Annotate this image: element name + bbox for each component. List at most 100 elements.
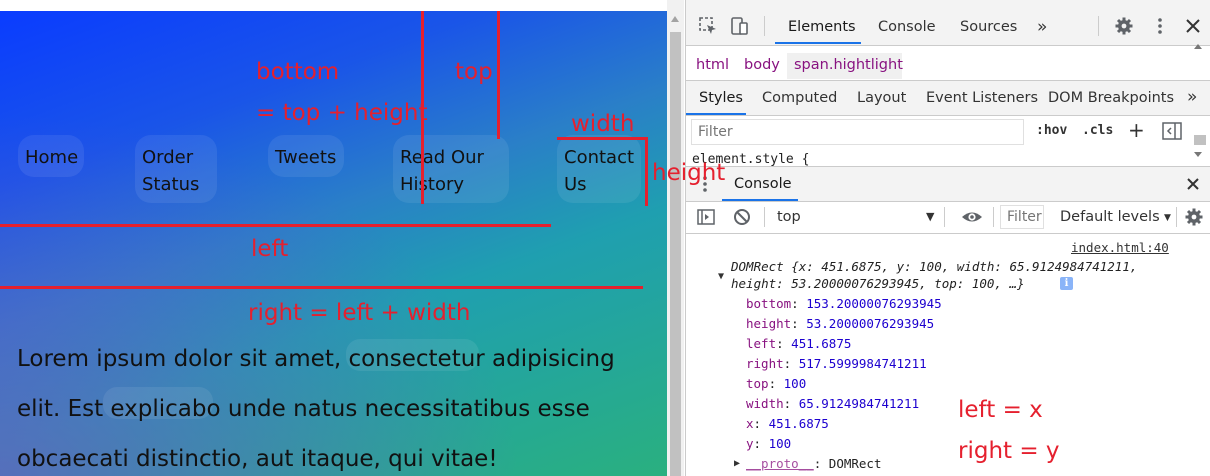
show-sidebar-icon[interactable] bbox=[696, 207, 716, 232]
toolbar-divider bbox=[764, 207, 765, 227]
more-tabs-chevron-icon[interactable]: » bbox=[1037, 17, 1047, 37]
annotation-line-width bbox=[557, 137, 648, 140]
log-levels-dropdown[interactable]: Default levels bbox=[1060, 209, 1160, 225]
proto-expand-triangle-icon[interactable]: ▶ bbox=[734, 458, 740, 469]
breadcrumb-html[interactable]: html bbox=[696, 57, 729, 73]
prop-value: 53.20000076293945 bbox=[806, 316, 935, 331]
console-filter-input[interactable]: Filter bbox=[1000, 205, 1044, 229]
close-drawer-icon[interactable] bbox=[1183, 174, 1203, 199]
expand-triangle-icon[interactable]: ▼ bbox=[718, 271, 724, 282]
proto-value: DOMRect bbox=[828, 456, 882, 471]
eye-icon[interactable] bbox=[961, 207, 983, 232]
levels-dropdown-arrow-icon[interactable]: ▼ bbox=[1164, 208, 1171, 228]
prop-value: 451.6875 bbox=[791, 336, 852, 351]
cls-toggle[interactable]: .cls bbox=[1082, 123, 1113, 138]
prop-key: top bbox=[746, 376, 769, 391]
proto-key: __proto__ bbox=[746, 456, 814, 471]
domrect-prop-left[interactable]: left: 451.6875 bbox=[746, 336, 851, 351]
gear-icon[interactable] bbox=[1114, 16, 1134, 41]
prop-key: height bbox=[746, 316, 792, 331]
top-strip bbox=[0, 0, 667, 11]
domrect-prop-height[interactable]: height: 53.20000076293945 bbox=[746, 316, 934, 331]
styles-tabbar: Styles Computed Layout Event Listeners D… bbox=[686, 81, 1210, 116]
tab-console[interactable]: Console bbox=[878, 19, 936, 35]
domrect-prop-y[interactable]: y: 100 bbox=[746, 436, 791, 451]
styles-scroll-down-icon[interactable] bbox=[1194, 152, 1202, 157]
more-style-tabs-chevron-icon[interactable]: » bbox=[1187, 87, 1197, 107]
console-source-link[interactable]: index.html:40 bbox=[1071, 240, 1169, 255]
tab-styles[interactable]: Styles bbox=[699, 90, 743, 106]
prop-key: bottom bbox=[746, 296, 792, 311]
prop-value: 451.6875 bbox=[768, 416, 829, 431]
domrect-prop-x[interactable]: x: 451.6875 bbox=[746, 416, 829, 431]
tab-elements-underline bbox=[775, 42, 861, 44]
nav-link-history[interactable]: History bbox=[400, 171, 464, 198]
devtools-main-toolbar: Elements Console Sources » bbox=[686, 0, 1210, 46]
styles-filter-input[interactable]: Filter bbox=[691, 119, 1024, 145]
scroll-up-arrow-icon[interactable] bbox=[671, 16, 679, 22]
info-icon[interactable]: i bbox=[1060, 277, 1073, 290]
domrect-summary-line-2[interactable]: height: 53.20000076293945, top: 100, …} bbox=[731, 276, 1025, 291]
nav-link-order[interactable]: Order bbox=[142, 144, 193, 171]
domrect-summary-line-1[interactable]: DOMRect {x: 451.6875, y: 100, width: 65.… bbox=[731, 259, 1137, 274]
tab-elements[interactable]: Elements bbox=[788, 19, 856, 35]
toolbar-divider bbox=[1098, 16, 1099, 36]
prop-key: y bbox=[746, 436, 754, 451]
nav-link-home[interactable]: Home bbox=[25, 144, 78, 171]
page-scrollbar-thumb[interactable] bbox=[670, 32, 681, 476]
devtools-panel: Elements Console Sources » html body spa… bbox=[685, 0, 1210, 476]
clear-console-icon[interactable] bbox=[732, 207, 752, 232]
toolbar-divider bbox=[944, 207, 945, 227]
tab-layout[interactable]: Layout bbox=[857, 90, 906, 106]
toggle-sidebar-icon[interactable] bbox=[1162, 122, 1182, 145]
tab-dom-breakpoints[interactable]: DOM Breakpoints bbox=[1048, 90, 1174, 106]
nav-link-contact[interactable]: Contact bbox=[564, 144, 634, 171]
hov-toggle[interactable]: :hov bbox=[1036, 123, 1067, 138]
tab-event-listeners[interactable]: Event Listeners bbox=[926, 90, 1038, 106]
annotation-top: top bbox=[455, 59, 493, 85]
annotation-line-top bbox=[497, 11, 500, 139]
domrect-prop-bottom[interactable]: bottom: 153.20000076293945 bbox=[746, 296, 942, 311]
styles-scroll-thumb[interactable] bbox=[1194, 135, 1206, 145]
toolbar-divider bbox=[764, 16, 765, 36]
annotation-left: left bbox=[251, 236, 289, 262]
annotation-width: width bbox=[571, 111, 635, 137]
inspect-element-icon[interactable] bbox=[698, 16, 718, 41]
tab-computed[interactable]: Computed bbox=[762, 90, 837, 106]
domrect-prop-top[interactable]: top: 100 bbox=[746, 376, 806, 391]
prop-key: right bbox=[746, 356, 784, 371]
nav-link-tweets[interactable]: Tweets bbox=[275, 144, 336, 171]
context-dropdown-arrow-icon[interactable]: ▼ bbox=[926, 207, 934, 227]
prop-value: 65.9124984741211 bbox=[798, 396, 920, 411]
nav-link-read-our[interactable]: Read Our bbox=[400, 144, 484, 171]
breadcrumb-span-hightlight[interactable]: span.hightlight bbox=[794, 57, 903, 73]
elements-scroll-up-icon[interactable] bbox=[1194, 44, 1202, 49]
console-settings-gear-icon[interactable] bbox=[1184, 207, 1204, 232]
annotation-line-height bbox=[645, 137, 648, 206]
domrect-prop-width[interactable]: width: 65.9124984741211 bbox=[746, 396, 919, 411]
annotation-right-eq-y: right = y bbox=[958, 438, 1060, 464]
lorem-paragraph: Lorem ipsum dolor sit amet, consectetur … bbox=[17, 334, 637, 476]
prop-key: x bbox=[746, 416, 754, 431]
nav-link-status[interactable]: Status bbox=[142, 171, 199, 198]
drawer-tab-console[interactable]: Console bbox=[734, 176, 792, 192]
annotation-bottom: bottom bbox=[256, 59, 340, 85]
prop-value: 100 bbox=[783, 376, 807, 391]
annotation-right-formula: right = left + width bbox=[248, 300, 471, 326]
proto-entry[interactable]: __proto__: DOMRect bbox=[746, 456, 881, 471]
new-style-rule-plus-icon[interactable]: + bbox=[1128, 120, 1145, 140]
context-selector[interactable]: top bbox=[777, 209, 801, 225]
device-toolbar-icon[interactable] bbox=[729, 16, 749, 41]
drawer-header: Console bbox=[686, 166, 1210, 202]
domrect-prop-right[interactable]: right: 517.5999984741211 bbox=[746, 356, 927, 371]
tab-sources[interactable]: Sources bbox=[960, 19, 1017, 35]
webpage-viewport: Home Order Status Tweets Read Our Histor… bbox=[0, 11, 667, 476]
prop-value: 100 bbox=[768, 436, 792, 451]
kebab-menu-icon[interactable] bbox=[1150, 16, 1170, 41]
lorem-line: elit. Est explicabo unde natus necessita… bbox=[17, 396, 590, 422]
close-devtools-icon[interactable] bbox=[1183, 16, 1203, 41]
nav-link-us[interactable]: Us bbox=[564, 171, 587, 198]
prop-value: 517.5999984741211 bbox=[798, 356, 927, 371]
annotation-left-eq-x: left = x bbox=[958, 397, 1043, 423]
breadcrumb-body[interactable]: body bbox=[744, 57, 780, 73]
